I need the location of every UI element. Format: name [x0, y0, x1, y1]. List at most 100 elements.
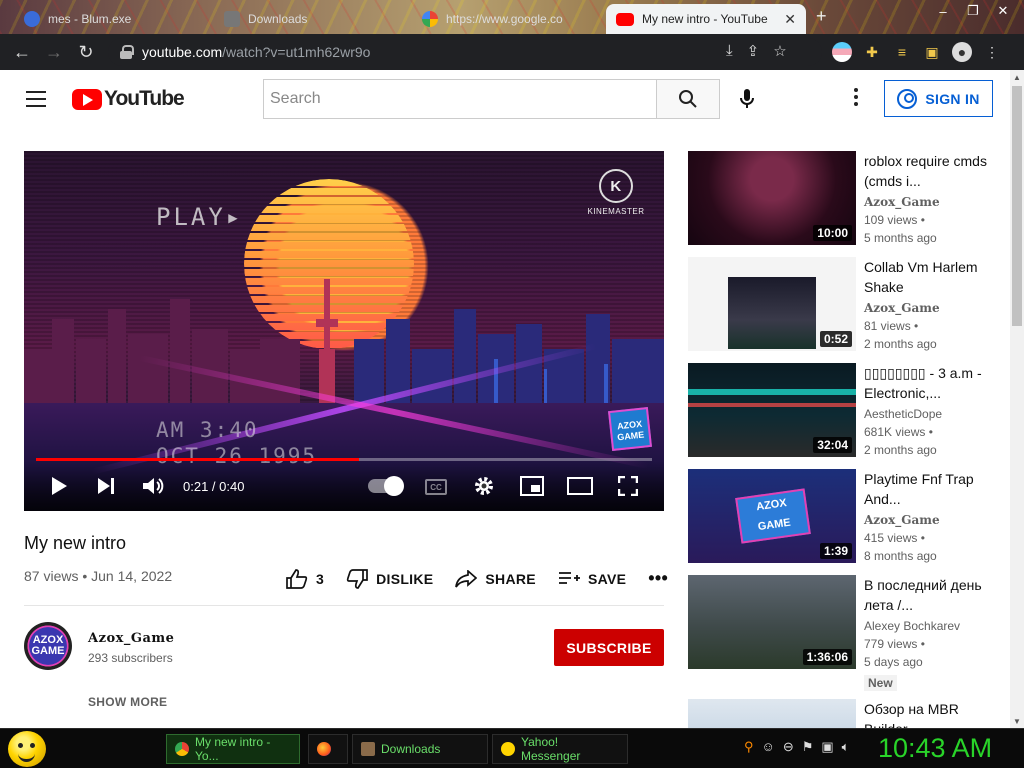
- emoji-icon[interactable]: ☺: [762, 739, 775, 755]
- address-bar[interactable]: youtube.com/watch?v=ut1mh62wr9o: [108, 38, 822, 66]
- share-icon[interactable]: ⇪: [747, 42, 760, 60]
- like-button[interactable]: 3: [286, 568, 324, 589]
- new-tab-button[interactable]: +: [816, 6, 827, 27]
- search-input[interactable]: Search: [263, 79, 657, 119]
- lock-icon: [120, 45, 134, 59]
- forward-button[interactable]: →: [38, 36, 70, 68]
- play-button[interactable]: [48, 473, 70, 499]
- miniplayer-button[interactable]: [519, 473, 545, 499]
- profile-icon[interactable]: ●: [952, 42, 972, 62]
- video-thumbnail[interactable]: 1:36:06: [688, 575, 856, 669]
- recommendation-channel[interactable]: Azox_Game: [864, 195, 940, 209]
- recommendation-views: 415 views •: [864, 531, 925, 545]
- time-display: 0:21 / 0:40: [183, 479, 245, 494]
- bookmark-star-icon[interactable]: ☆: [773, 42, 786, 60]
- channel-name[interactable]: Azox_Game: [88, 631, 174, 646]
- tab-label: https://www.google.co: [446, 12, 563, 26]
- taskbar-item-chrome[interactable]: My new intro - Yo...: [166, 734, 300, 764]
- recommendation-item[interactable]: 10:00 roblox require cmds (cmds i... Azo…: [688, 151, 998, 245]
- taskbar-item-yahoo-messenger[interactable]: Yahoo! Messenger: [492, 734, 628, 764]
- speaker-icon[interactable]: 🔈︎: [842, 739, 850, 755]
- more-actions-icon[interactable]: •••: [648, 568, 668, 589]
- channel-avatar[interactable]: AZOX GAME: [24, 622, 72, 670]
- side-panel-icon[interactable]: ▣: [922, 42, 942, 62]
- recommendation-channel[interactable]: AestheticDope: [864, 407, 942, 421]
- browser-tab-blum[interactable]: mes - Blum.exe: [14, 4, 204, 34]
- video-thumbnail[interactable]: AZOX GAME 1:39: [688, 469, 856, 563]
- video-thumbnail[interactable]: [688, 699, 856, 728]
- recommendation-channel[interactable]: Alexey Bochkarev: [864, 619, 960, 633]
- close-tab-icon[interactable]: ✕: [784, 11, 796, 28]
- recommendation-title[interactable]: ▯▯▯▯▯▯▯▯ - 3 a.m - Electronic,...: [864, 363, 994, 403]
- yahoo-smiley-icon: [501, 742, 515, 756]
- share-button[interactable]: SHARE: [455, 569, 536, 588]
- recommendation-channel[interactable]: Azox_Game: [864, 301, 940, 315]
- recommendation-channel[interactable]: Azox_Game: [864, 513, 940, 527]
- settings-button[interactable]: [472, 473, 496, 499]
- recommendation-title[interactable]: Обзор на MBR Builder: [864, 699, 974, 728]
- language-icon[interactable]: ⊖: [783, 739, 794, 755]
- recommendation-title[interactable]: Playtime Fnf Trap And...: [864, 469, 994, 509]
- save-button[interactable]: SAVE: [558, 571, 626, 587]
- reload-button[interactable]: ↻: [70, 36, 102, 68]
- voice-search-button[interactable]: [730, 82, 764, 116]
- dislike-button[interactable]: DISLIKE: [346, 568, 433, 589]
- youtube-logo[interactable]: YouTube: [72, 87, 185, 111]
- start-button-smiley-icon[interactable]: [8, 731, 46, 767]
- video-thumbnail[interactable]: 10:00: [688, 151, 856, 245]
- subtitles-icon[interactable]: CC: [425, 479, 447, 495]
- kinemaster-watermark: K KINEMASTER: [586, 169, 646, 216]
- scrollbar-thumb[interactable]: [1012, 86, 1022, 326]
- settings-more-icon[interactable]: [846, 88, 866, 110]
- video-thumbnail[interactable]: 0:52: [688, 257, 856, 351]
- video-player[interactable]: PLAY▸ AM 3:40 OCT 26 1995 K KINEMASTER A…: [24, 151, 664, 511]
- folder-icon: [361, 742, 375, 756]
- autoplay-toggle[interactable]: [368, 476, 404, 496]
- page-scrollbar[interactable]: ▲ ▼: [1010, 70, 1024, 728]
- taskbar-item-firefox[interactable]: [308, 734, 348, 764]
- taskbar-item-downloads[interactable]: Downloads: [352, 734, 488, 764]
- search-icon: [679, 90, 697, 108]
- search-icon[interactable]: ⚲: [744, 739, 754, 755]
- show-more-button[interactable]: SHOW MORE: [88, 695, 167, 709]
- recommendation-item[interactable]: Обзор на MBR Builder: [688, 699, 998, 728]
- scroll-up-icon[interactable]: ▲: [1010, 70, 1024, 84]
- fullscreen-button[interactable]: [616, 473, 640, 499]
- browser-tab-downloads[interactable]: Downloads: [214, 4, 404, 34]
- recommendation-item[interactable]: 1:36:06 В последний день лета /... Alexe…: [688, 575, 998, 695]
- action-center-flag-icon[interactable]: ⚑: [802, 739, 814, 755]
- recommendation-title[interactable]: Collab Vm Harlem Shake: [864, 257, 994, 297]
- network-icon[interactable]: ▣: [821, 739, 833, 755]
- search-button[interactable]: [656, 79, 720, 119]
- scroll-down-icon[interactable]: ▼: [1010, 714, 1024, 728]
- recommendation-item[interactable]: 0:52 Collab Vm Harlem Shake Azox_Game 81…: [688, 257, 998, 351]
- back-button[interactable]: ←: [6, 36, 38, 68]
- browser-menu-icon[interactable]: ⋮: [982, 42, 1002, 62]
- maximize-icon[interactable]: ❐: [958, 0, 988, 22]
- miniplayer-icon: [520, 476, 544, 496]
- close-window-icon[interactable]: ✕: [988, 0, 1018, 22]
- subscribe-button[interactable]: SUBSCRIBE: [554, 629, 664, 666]
- browser-tab-youtube[interactable]: My new intro - YouTube ✕: [606, 4, 806, 34]
- install-icon[interactable]: ⤓: [726, 42, 733, 60]
- sign-in-button[interactable]: SIGN IN: [884, 80, 993, 117]
- flag-extension-icon[interactable]: [832, 42, 852, 62]
- puzzle-extensions-icon[interactable]: ✚: [862, 42, 882, 62]
- theater-mode-button[interactable]: [567, 473, 593, 499]
- minimize-icon[interactable]: –: [928, 0, 958, 22]
- media-queue-icon[interactable]: ≡: [892, 42, 912, 62]
- recommendation-title[interactable]: В последний день лета /...: [864, 575, 994, 615]
- video-thumbnail[interactable]: 32:04: [688, 363, 856, 457]
- video-title: My new intro: [24, 533, 127, 553]
- next-button[interactable]: [94, 473, 118, 499]
- recommendation-title[interactable]: roblox require cmds (cmds i...: [864, 151, 994, 191]
- recommendation-item[interactable]: 32:04 ▯▯▯▯▯▯▯▯ - 3 a.m - Electronic,... …: [688, 363, 998, 457]
- recommendation-item[interactable]: AZOX GAME 1:39 Playtime Fnf Trap And... A…: [688, 469, 998, 563]
- volume-button[interactable]: [140, 473, 166, 499]
- taskbar-clock[interactable]: 10:43 AM: [878, 733, 992, 764]
- progress-bar[interactable]: [36, 458, 652, 461]
- omnibox-actions: ⤓ ⇪ ☆: [726, 42, 787, 60]
- menu-icon[interactable]: [26, 91, 46, 107]
- browser-tab-google[interactable]: https://www.google.co: [412, 4, 604, 34]
- chrome-icon: [175, 742, 189, 756]
